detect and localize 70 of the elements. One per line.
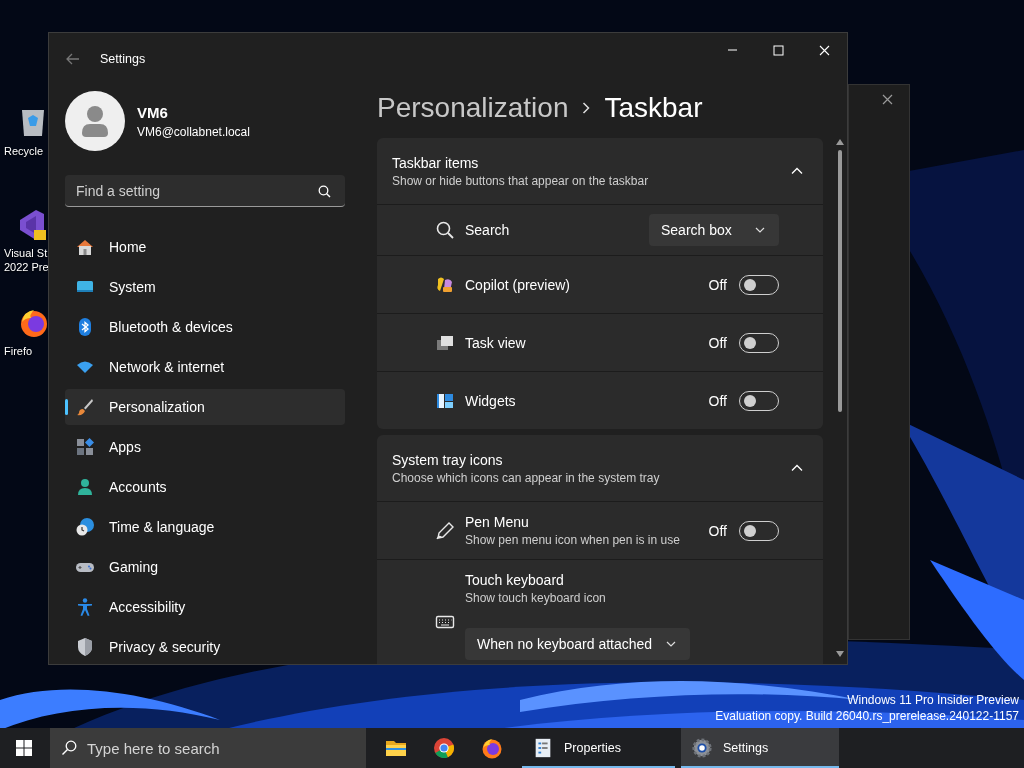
setting-description: Show pen menu icon when pen is in use (465, 533, 681, 547)
nav-item[interactable]: Time & language (65, 509, 345, 545)
circle-browser-icon (432, 736, 456, 760)
search-field[interactable]: Find a setting (65, 175, 345, 207)
window-title: Settings (100, 52, 147, 66)
nav-item[interactable]: Network & internet (65, 349, 345, 385)
chevron-down-icon (755, 225, 765, 235)
person-silhouette-icon (80, 105, 110, 137)
person-icon (75, 477, 95, 497)
pen-icon (435, 520, 455, 541)
windows-logo-icon (16, 740, 32, 756)
nav-item[interactable]: Apps (65, 429, 345, 465)
toggle-state-label: Off (708, 522, 727, 539)
maximize-icon (772, 44, 784, 56)
setting-label: Copilot (preview) (465, 276, 572, 293)
watermark-text: Windows 11 Pro Insider Preview (847, 693, 1019, 708)
search-icon (61, 740, 77, 756)
shield-icon (75, 637, 95, 657)
chevron-up-icon[interactable] (791, 165, 803, 177)
search-icon (318, 185, 331, 198)
toggle-state-label: Off (708, 276, 727, 293)
breadcrumb-link[interactable]: Personalization (377, 91, 569, 124)
watermark-text: Evaluation copy. Build 26040.rs_prerelease.240122-1157 (715, 709, 1019, 724)
taskbar-app-button[interactable]: Settings (681, 728, 839, 768)
desktop-icon-label[interactable]: Visual St 2022 Pre (4, 246, 49, 274)
paintbrush-icon (75, 397, 95, 417)
chevron-down-icon (666, 639, 677, 649)
nav-item[interactable]: Personalization (65, 389, 345, 425)
dropdown[interactable]: Search box (649, 214, 779, 246)
section-subtitle: Show or hide buttons that appear on the taskbar (392, 173, 650, 188)
setting-label: Pen Menu (465, 514, 530, 530)
close-icon (881, 93, 893, 105)
close-button[interactable] (880, 92, 894, 106)
nav-item[interactable]: Home (65, 229, 345, 265)
gear-icon (691, 737, 713, 759)
scrollbar[interactable] (835, 138, 845, 658)
account-email: VM6@collabnet.local (137, 124, 250, 139)
section-subtitle: Choose which icons can appear in the system tray (392, 470, 661, 485)
setting-label: Search (465, 222, 511, 238)
setting-label: Widgets (465, 392, 517, 409)
nav-item[interactable]: Bluetooth & devices (65, 309, 345, 345)
page-title: Taskbar (604, 91, 703, 124)
chevron-up-icon[interactable] (791, 462, 803, 474)
fox-browser-icon (480, 736, 504, 760)
setting-label: Touch keyboard (465, 572, 565, 588)
nav-item[interactable]: System (65, 269, 345, 305)
back-arrow-icon[interactable] (66, 53, 80, 65)
nav-item[interactable]: Accounts (65, 469, 345, 505)
nav-item[interactable]: Privacy & security (65, 629, 345, 664)
section-title: System tray icons (392, 451, 504, 468)
nav-item[interactable]: Accessibility (65, 589, 345, 625)
setting-label: Task view (465, 334, 527, 351)
globe-clock-icon (75, 517, 95, 537)
nav-item[interactable]: Gaming (65, 549, 345, 585)
desktop-icon-label[interactable]: Recycle (4, 144, 44, 158)
apps-icon (75, 437, 95, 457)
taskbar-app-button[interactable]: Properties (522, 728, 675, 768)
chevron-right-icon (582, 101, 591, 114)
accessibility-icon (75, 597, 95, 617)
search-icon (435, 220, 455, 240)
toggle-state-label: Off (708, 392, 727, 409)
close-icon (818, 44, 830, 56)
account-name: VM6 (137, 103, 169, 121)
house-icon (75, 237, 95, 257)
setting-description: Show touch keyboard icon (465, 591, 607, 605)
toggle-state-label: Off (708, 334, 727, 351)
desktop-icon-label[interactable]: Firefo (4, 344, 33, 358)
taskbar-search-field[interactable]: Type here to search (50, 728, 366, 768)
section-title: Taskbar items (392, 154, 480, 171)
dropdown[interactable]: When no keyboard attached (465, 628, 691, 660)
